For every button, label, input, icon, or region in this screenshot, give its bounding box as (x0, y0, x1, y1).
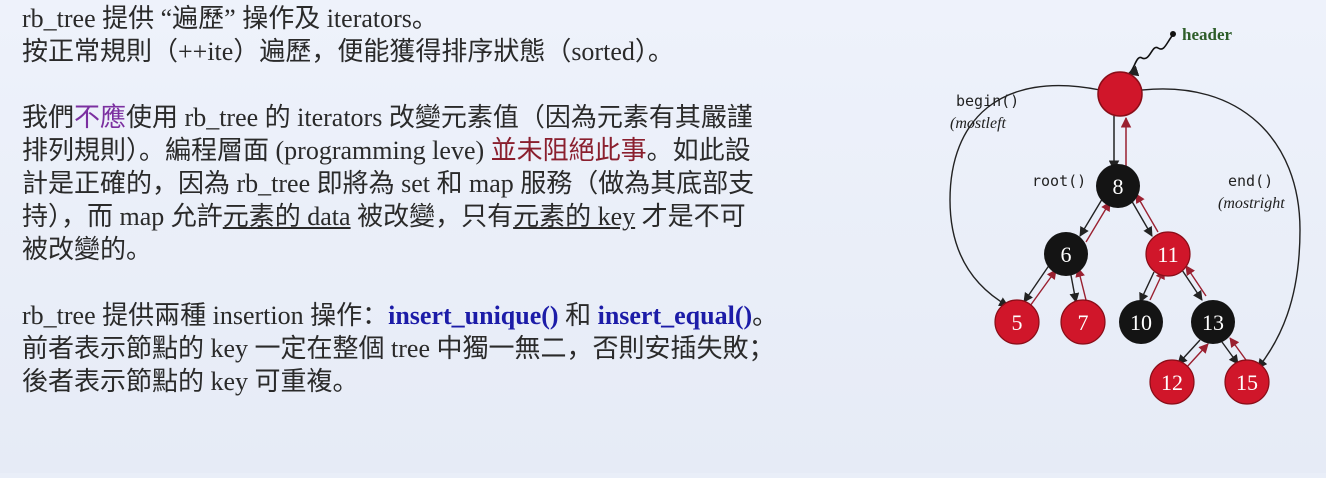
p1-line1: rb_tree 提供 “遍歷” 操作及 iterators。 (22, 4, 438, 33)
p2-line4-underline-data: 元素的 data (222, 202, 351, 231)
node-6: 6 (1044, 232, 1088, 276)
p2-line1: 我們不應使用 rb_tree 的 iterators 改變元素值（因為元素有其嚴… (22, 101, 922, 134)
node-11-label: 11 (1157, 242, 1178, 267)
slide: rb_tree 提供 “遍歷” 操作及 iterators。 按正常規則（++i… (0, 0, 1326, 473)
p3-line1: rb_tree 提供兩種 insertion 操作：insert_unique(… (22, 299, 922, 332)
node-11: 11 (1145, 231, 1191, 277)
header-node (1097, 71, 1143, 117)
node-15-label: 15 (1236, 370, 1258, 395)
node-7: 7 (1060, 299, 1106, 345)
node-10-label: 10 (1130, 310, 1152, 335)
begin-label: begin() (956, 92, 1019, 110)
edge-6-8 (1085, 201, 1111, 243)
header-label: header (1182, 25, 1233, 44)
node-7-label: 7 (1078, 310, 1089, 335)
p2-line1-emphasis: 不應 (74, 103, 127, 132)
p2-line2-emphasis: 並未阻絕此事 (490, 136, 647, 165)
node-15: 15 (1224, 359, 1270, 405)
p2-line4: 持），而 map 允許元素的 data 被改變，只有元素的 key 才是不可 (22, 200, 922, 233)
insert-equal-label: insert_equal() (597, 301, 753, 330)
p2-line2: 排列規則）。編程層面 (programming leve) 並未阻絕此事。如此設 (22, 134, 922, 167)
header-pointer-dot (1170, 31, 1176, 37)
root-label: root() (1032, 172, 1086, 190)
begin-sub-label: (mostleft (950, 115, 1007, 132)
p2-line4-c: 被改變，只有 (350, 202, 514, 231)
edge-7-6 (1075, 267, 1087, 301)
node-12: 12 (1149, 359, 1195, 405)
p2-line2-c: 。如此設 (646, 136, 751, 165)
node-10: 10 (1119, 300, 1163, 344)
p3-line1-a: rb_tree 提供兩種 insertion 操作： (22, 301, 389, 330)
node-5-label: 5 (1012, 310, 1023, 335)
header-pointer-line (1126, 35, 1173, 77)
p3-line1-e: 。 (752, 301, 779, 330)
p2-line2-a: 排列規則）。編程層面 (programming leve) (22, 136, 491, 165)
end-sub-label: (mostright (1218, 195, 1285, 212)
node-8-label: 8 (1113, 174, 1124, 199)
p2-line5: 被改變的。 (22, 235, 153, 264)
p2-line1-c: 使用 rb_tree 的 iterators 改變元素值（因為元素有其嚴謹 (126, 103, 753, 132)
rb-tree-diagram: header 8 6 11 5 7 10 13 12 15 begin() (m… (940, 0, 1326, 473)
p2-line3: 計是正確的，因為 rb_tree 即將為 set 和 map 服務（做為其底部支 (22, 169, 755, 198)
p2-line4-e: 才是不可 (635, 202, 746, 231)
insert-unique-label: insert_unique() (388, 301, 559, 330)
p3-line3: 後者表示節點的 key 可重複。 (22, 367, 359, 396)
node-5: 5 (994, 299, 1040, 345)
p3-line1-c: 和 (558, 301, 598, 330)
text-column: rb_tree 提供 “遍歷” 操作及 iterators。 按正常規則（++i… (22, 2, 922, 398)
end-label: end() (1228, 172, 1273, 190)
edge-12-13 (1185, 343, 1209, 369)
rb-tree-svg: header 8 6 11 5 7 10 13 12 15 begin() (m… (949, 25, 1301, 405)
node-12-label: 12 (1161, 370, 1183, 395)
edge-8-6 (1079, 195, 1105, 237)
p3-line2: 前者表示節點的 key 一定在整個 tree 中獨一無二，否則安插失敗； (22, 334, 775, 363)
p1-line2: 按正常規則（++ite）遍歷，便能獲得排序狀態（sorted）。 (22, 37, 674, 66)
p2-line4-a: 持），而 map 允許 (22, 202, 223, 231)
node-8: 8 (1096, 164, 1140, 208)
edge-13-12 (1177, 339, 1201, 365)
p2-line4-underline-key: 元素的 key (513, 202, 636, 231)
p2-line1-a: 我們 (22, 103, 75, 132)
node-13-label: 13 (1202, 310, 1224, 335)
node-13: 13 (1191, 300, 1235, 344)
node-6-label: 6 (1061, 242, 1072, 267)
